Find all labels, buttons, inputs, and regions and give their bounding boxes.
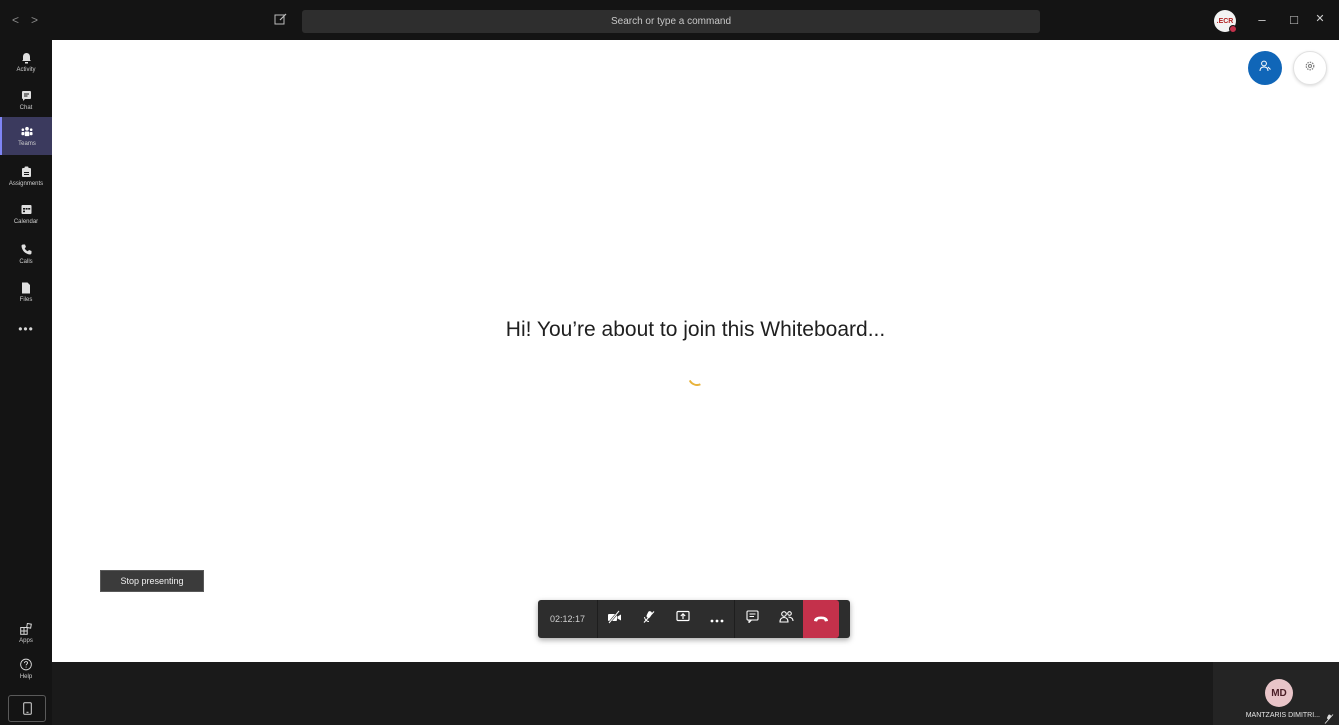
people-icon — [778, 610, 794, 628]
calendar-icon — [20, 204, 32, 216]
file-icon — [20, 282, 32, 294]
compose-icon[interactable] — [274, 12, 290, 28]
rail-item-assignments[interactable]: Assignments — [0, 157, 52, 195]
share-tray-icon — [676, 610, 690, 628]
call-controls-bar: 02:12:17 — [538, 600, 850, 638]
rail-item-label: Assignments — [8, 180, 44, 187]
participant-name: MANTZARIS DIMITRI... — [1245, 712, 1320, 719]
whiteboard-stage: Hi! You’re about to join this Whiteboard… — [52, 40, 1339, 662]
rail-item-label: Calls — [19, 258, 33, 265]
rail-item-apps[interactable]: Apps — [0, 614, 52, 652]
more-apps-icon[interactable]: ••• — [0, 322, 52, 336]
rail-item-chat[interactable]: Chat — [0, 81, 52, 119]
teams-icon — [21, 126, 33, 138]
call-timer: 02:12:17 — [538, 600, 598, 638]
show-conversation-button[interactable] — [735, 600, 769, 638]
app-rail: Activity Chat Teams Assignments Calendar — [0, 40, 52, 725]
back-arrow-icon[interactable]: < — [12, 13, 31, 27]
mic-off-icon — [1324, 711, 1334, 724]
video-strip — [52, 662, 1339, 725]
status-dot — [1229, 25, 1237, 33]
participants-button[interactable] — [1248, 51, 1282, 85]
nav-arrows: <> — [12, 13, 50, 27]
rail-item-label: Help — [19, 673, 33, 680]
hang-up-icon — [813, 610, 829, 628]
person-icon — [1259, 59, 1271, 77]
rail-item-label: Activity — [16, 66, 36, 73]
close-button[interactable]: ✕ — [1312, 12, 1328, 25]
rail-item-label: Apps — [19, 637, 33, 644]
more-actions-button[interactable] — [700, 600, 734, 638]
maximize-button[interactable]: □ — [1286, 12, 1302, 27]
title-bar: <> Search or type a command .ECR – □ ✕ — [0, 0, 1339, 40]
mic-off-icon — [642, 610, 656, 629]
share-screen-button[interactable] — [666, 600, 700, 638]
rail-item-label: Files — [19, 296, 33, 303]
mic-muted-button[interactable] — [632, 600, 666, 638]
forward-arrow-icon[interactable]: > — [31, 13, 50, 27]
chat-icon — [20, 90, 32, 102]
mobile-device-icon[interactable] — [8, 695, 46, 722]
rail-item-calendar[interactable]: Calendar — [0, 195, 52, 233]
teams-window: <> Search or type a command .ECR – □ ✕ A… — [0, 0, 1339, 725]
help-icon — [20, 658, 32, 671]
rail-item-label: Chat — [19, 104, 33, 111]
more-icon — [710, 610, 724, 628]
rail-item-activity[interactable]: Activity — [0, 43, 52, 81]
camera-off-button[interactable] — [598, 600, 632, 638]
rail-item-label: Calendar — [13, 218, 39, 225]
loading-spinner — [685, 365, 709, 389]
search-input[interactable]: Search or type a command — [302, 10, 1040, 33]
rail-item-files[interactable]: Files — [0, 273, 52, 311]
stop-presenting-button[interactable]: Stop presenting — [100, 570, 204, 592]
rail-item-teams[interactable]: Teams — [0, 117, 52, 155]
chat-icon — [745, 610, 759, 628]
rail-item-label: Teams — [18, 140, 36, 147]
join-message: Hi! You’re about to join this Whiteboard… — [505, 318, 886, 341]
bell-icon — [20, 52, 32, 64]
apps-icon — [20, 622, 32, 635]
minimize-button[interactable]: – — [1254, 12, 1270, 27]
show-participants-button[interactable] — [769, 600, 803, 638]
profile-initials: .ECR — [1216, 17, 1234, 25]
settings-button[interactable] — [1293, 51, 1327, 85]
assignments-icon — [20, 166, 32, 178]
rail-item-help[interactable]: Help — [0, 650, 52, 688]
participant-avatar: MD — [1265, 679, 1293, 707]
profile-avatar[interactable]: .ECR — [1214, 10, 1237, 33]
gear-icon — [1304, 59, 1316, 77]
hang-up-button[interactable] — [803, 600, 839, 638]
camera-off-icon — [607, 609, 623, 629]
phone-icon — [20, 244, 32, 256]
rail-item-calls[interactable]: Calls — [0, 235, 52, 273]
